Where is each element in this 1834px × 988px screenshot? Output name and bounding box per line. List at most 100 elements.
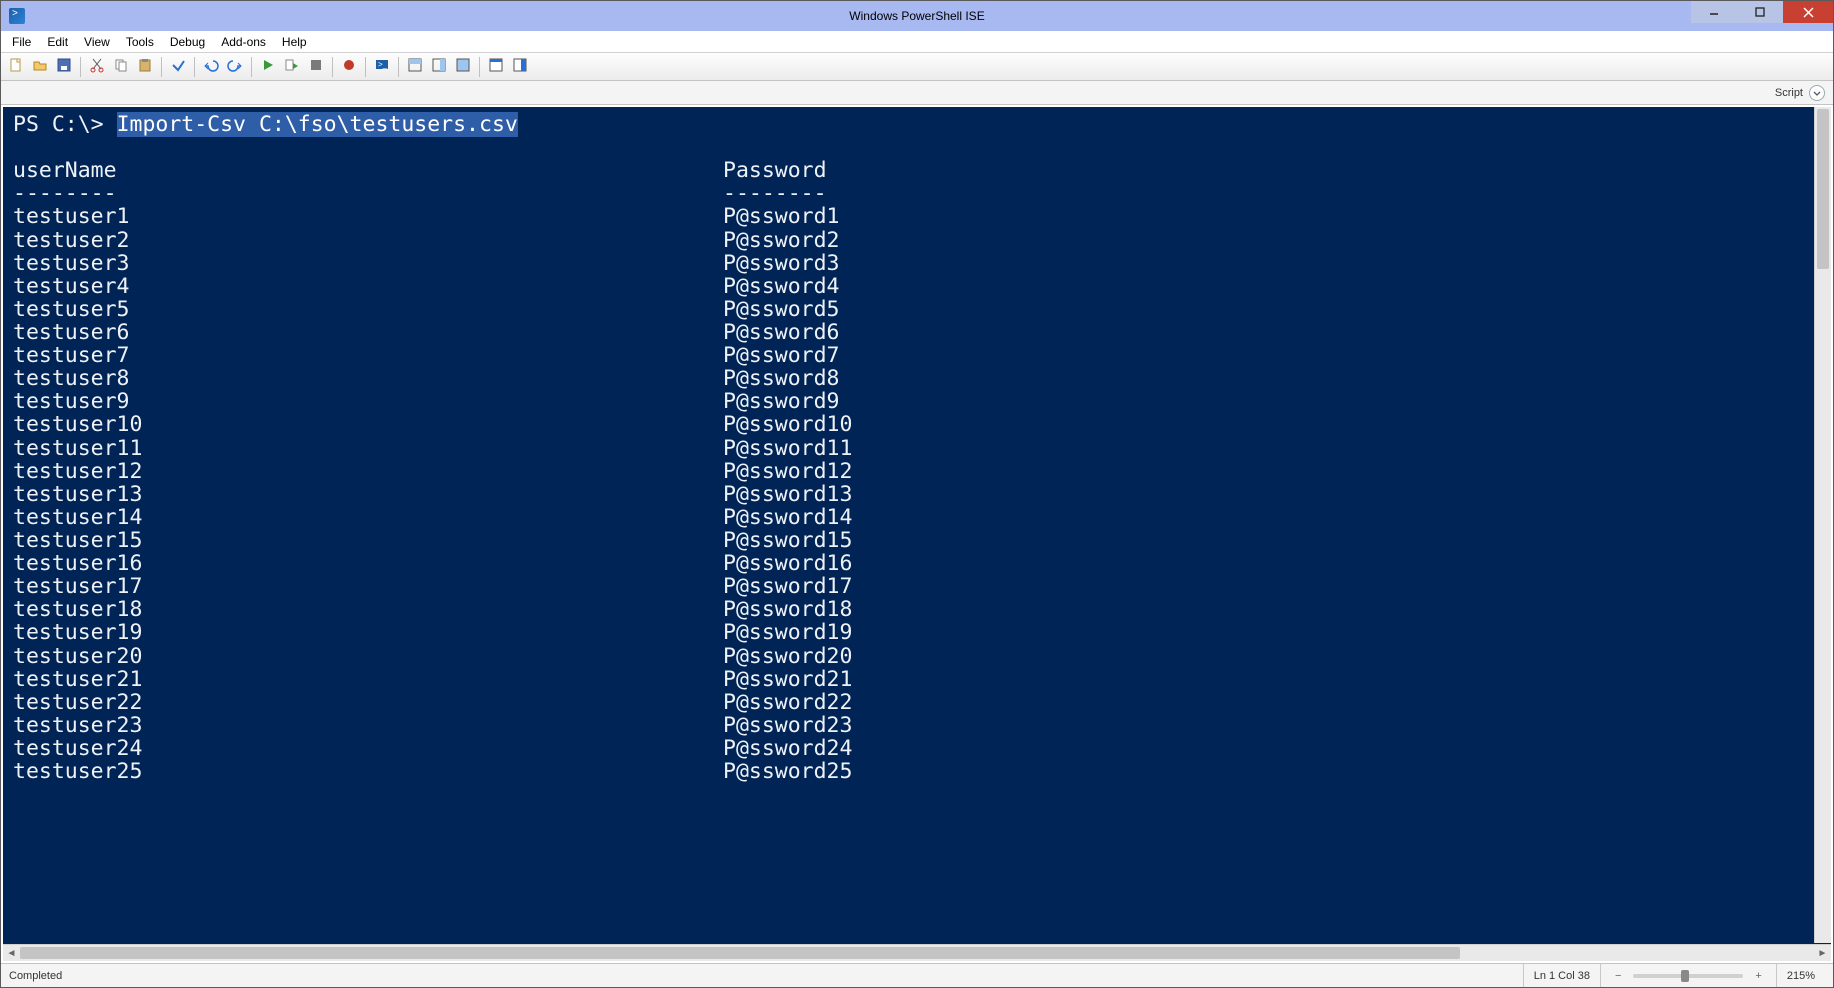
output-row: testuser21P@ssword21 <box>13 668 1821 691</box>
output-row: testuser8P@ssword8 <box>13 367 1821 390</box>
cell-password: P@ssword23 <box>723 714 852 737</box>
clear-button[interactable] <box>167 56 189 78</box>
cell-password: P@ssword13 <box>723 483 852 506</box>
output-row: testuser20P@ssword20 <box>13 645 1821 668</box>
console-prompt: PS C:\> <box>13 112 117 137</box>
output-row: testuser10P@ssword10 <box>13 413 1821 436</box>
scroll-left-arrow-icon[interactable]: ◄ <box>3 945 20 962</box>
redo-icon <box>227 57 243 76</box>
show-script-top-button[interactable] <box>404 56 426 78</box>
toolbar-separator <box>479 57 480 77</box>
menu-file[interactable]: File <box>5 33 38 51</box>
titlebar: Windows PowerShell ISE <box>1 1 1833 31</box>
app-window: Windows PowerShell ISE FileEditViewTools… <box>0 0 1834 988</box>
scrollbar-thumb[interactable] <box>1817 109 1829 269</box>
show-command-button[interactable] <box>485 56 507 78</box>
stop-button[interactable] <box>305 56 327 78</box>
output-row: testuser13P@ssword13 <box>13 483 1821 506</box>
maximize-button[interactable] <box>1737 1 1783 23</box>
vertical-scrollbar[interactable] <box>1814 107 1831 943</box>
run-selection-icon <box>284 57 300 76</box>
console-prompt-line: PS C:\> Import-Csv C:\fso\testusers.csv <box>13 113 1821 136</box>
cell-password: P@ssword3 <box>723 252 840 275</box>
breakpoint-button[interactable] <box>338 56 360 78</box>
new-file-button[interactable] <box>5 56 27 78</box>
menu-tools[interactable]: Tools <box>119 33 161 51</box>
minimize-button[interactable] <box>1691 1 1737 23</box>
cell-password: P@ssword7 <box>723 344 840 367</box>
output-row: testuser22P@ssword22 <box>13 691 1821 714</box>
remote-powershell-button[interactable]: >_ <box>371 56 393 78</box>
undo-icon <box>203 57 219 76</box>
cell-username: testuser2 <box>13 229 723 252</box>
command-addon-icon <box>512 57 528 76</box>
hscroll-track[interactable] <box>20 945 1814 961</box>
save-file-button[interactable] <box>53 56 75 78</box>
undo-button[interactable] <box>200 56 222 78</box>
menu-edit[interactable]: Edit <box>40 33 75 51</box>
output-row: testuser5P@ssword5 <box>13 298 1821 321</box>
cell-password: P@ssword12 <box>723 460 852 483</box>
cell-password: P@ssword22 <box>723 691 852 714</box>
cell-password: P@ssword14 <box>723 506 852 529</box>
command-addon-button[interactable] <box>509 56 531 78</box>
cell-username: testuser25 <box>13 760 723 783</box>
col-sep: -------- <box>723 182 827 205</box>
cell-password: P@ssword17 <box>723 575 852 598</box>
zoom-slider-knob[interactable] <box>1681 970 1689 982</box>
cell-password: P@ssword15 <box>723 529 852 552</box>
menu-add-ons[interactable]: Add-ons <box>214 33 273 51</box>
open-file-button[interactable] <box>29 56 51 78</box>
paste-button[interactable] <box>134 56 156 78</box>
run-script-button[interactable] <box>257 56 279 78</box>
toolbar-separator <box>161 57 162 77</box>
cut-button[interactable] <box>86 56 108 78</box>
copy-button[interactable] <box>110 56 132 78</box>
clear-icon <box>170 57 186 76</box>
zoom-slider[interactable] <box>1633 974 1743 978</box>
cell-username: testuser1 <box>13 205 723 228</box>
console-output[interactable]: PS C:\> Import-Csv C:\fso\testusers.csv … <box>3 107 1831 944</box>
show-command-icon <box>488 57 504 76</box>
cell-password: P@ssword21 <box>723 668 852 691</box>
output-row: testuser3P@ssword3 <box>13 252 1821 275</box>
cell-username: testuser4 <box>13 275 723 298</box>
window-controls <box>1691 1 1833 31</box>
cell-username: testuser10 <box>13 413 723 436</box>
menu-debug[interactable]: Debug <box>163 33 212 51</box>
menu-view[interactable]: View <box>77 33 117 51</box>
zoom-in-icon[interactable]: + <box>1751 970 1765 982</box>
script-tabstrip: Script <box>1 81 1833 105</box>
output-row: testuser1P@ssword1 <box>13 205 1821 228</box>
hscroll-thumb[interactable] <box>20 947 1460 959</box>
paste-icon <box>137 57 153 76</box>
col-header-username: userName <box>13 159 723 182</box>
cell-username: testuser11 <box>13 437 723 460</box>
redo-button[interactable] <box>224 56 246 78</box>
cell-password: P@ssword18 <box>723 598 852 621</box>
cell-password: P@ssword1 <box>723 205 840 228</box>
toolbar-separator <box>398 57 399 77</box>
output-separator-row: ---------------- <box>13 182 1821 205</box>
cell-password: P@ssword24 <box>723 737 852 760</box>
run-selection-button[interactable] <box>281 56 303 78</box>
cell-username: testuser24 <box>13 737 723 760</box>
cell-username: testuser5 <box>13 298 723 321</box>
output-row: testuser17P@ssword17 <box>13 575 1821 598</box>
cell-username: testuser6 <box>13 321 723 344</box>
show-script-max-button[interactable] <box>452 56 474 78</box>
cell-username: testuser21 <box>13 668 723 691</box>
scroll-right-arrow-icon[interactable]: ► <box>1814 945 1831 962</box>
output-row: testuser19P@ssword19 <box>13 621 1821 644</box>
zoom-out-icon[interactable]: − <box>1611 970 1625 982</box>
menu-help[interactable]: Help <box>275 33 314 51</box>
expand-script-pane-button[interactable] <box>1809 85 1825 101</box>
show-script-right-button[interactable] <box>428 56 450 78</box>
horizontal-scrollbar[interactable]: ◄ ► <box>3 944 1831 961</box>
cell-password: P@ssword16 <box>723 552 852 575</box>
zoom-level: 215% <box>1776 964 1825 987</box>
toolbar-separator <box>332 57 333 77</box>
close-button[interactable] <box>1783 1 1833 23</box>
cell-username: testuser14 <box>13 506 723 529</box>
statusbar: Completed Ln 1 Col 38 − + 215% <box>1 963 1833 987</box>
